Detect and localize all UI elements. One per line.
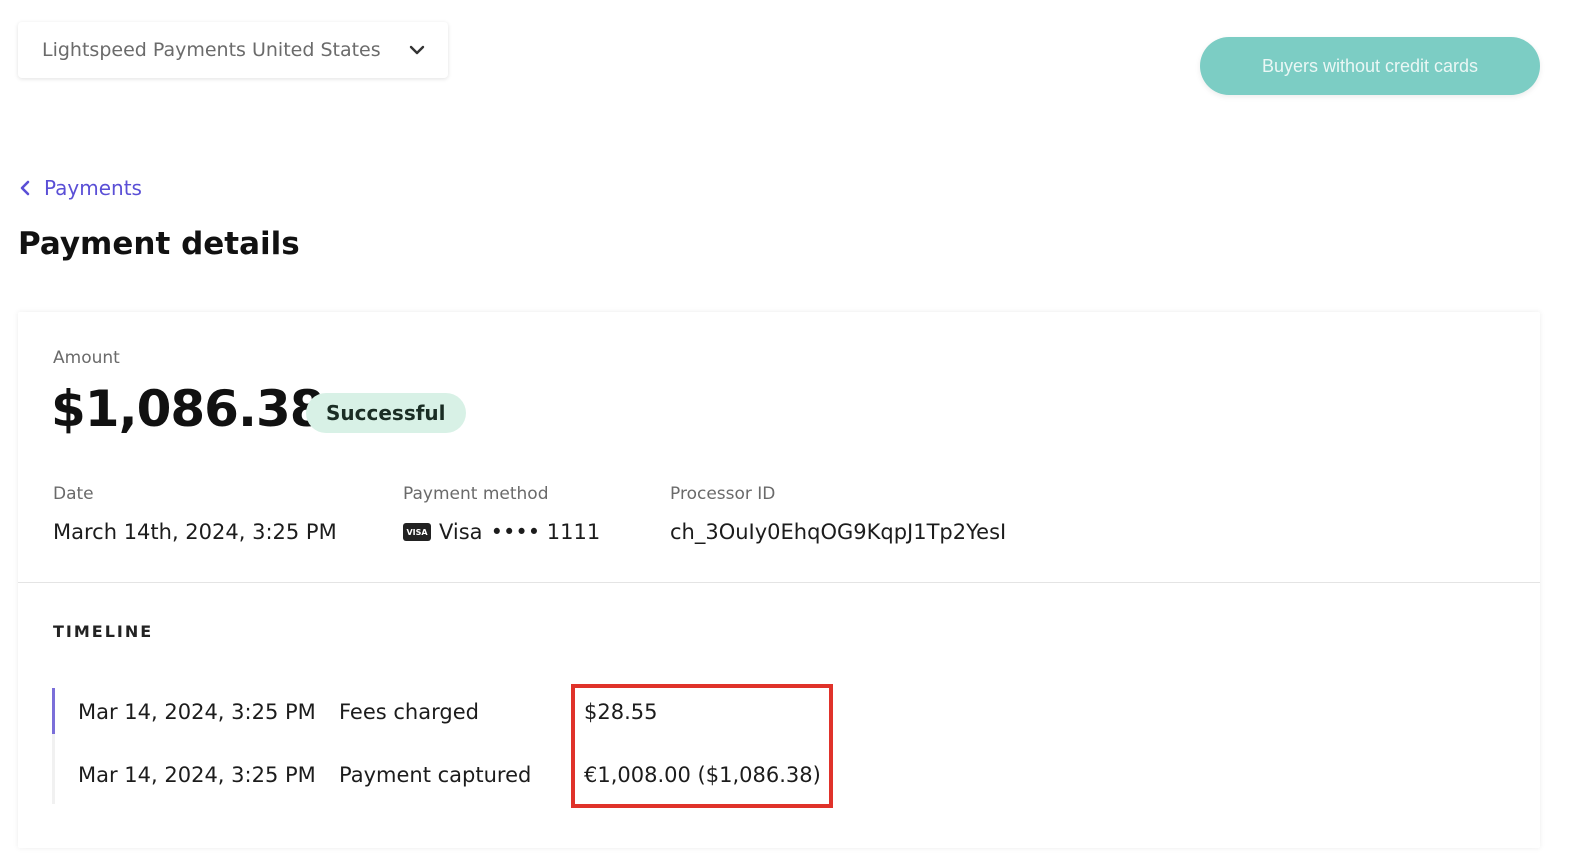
- date-value: March 14th, 2024, 3:25 PM: [53, 520, 337, 544]
- processor-id-value: ch_3OuIy0EhqOG9KqpJ1Tp2YesI: [670, 520, 1007, 544]
- chevron-down-icon: [409, 45, 425, 55]
- breadcrumb-label: Payments: [44, 176, 142, 200]
- payment-method-value: VISA Visa •••• 1111: [403, 520, 600, 544]
- timeline-row: Mar 14, 2024, 3:25 PM Fees charged $28.5…: [18, 700, 1540, 740]
- payment-method-masked: •••• 1111: [490, 520, 601, 544]
- account-selector[interactable]: Lightspeed Payments United States: [18, 22, 448, 78]
- date-label: Date: [53, 484, 94, 504]
- chevron-left-icon: [20, 180, 30, 196]
- timeline-date: Mar 14, 2024, 3:25 PM: [78, 700, 316, 724]
- timeline-heading: TIMELINE: [53, 622, 154, 641]
- breadcrumb-payments-link[interactable]: Payments: [18, 176, 142, 200]
- timeline-event: Payment captured: [339, 763, 532, 787]
- timeline-date: Mar 14, 2024, 3:25 PM: [78, 763, 316, 787]
- buyers-without-credit-cards-button[interactable]: Buyers without credit cards: [1200, 37, 1540, 95]
- visa-card-icon: VISA: [403, 523, 431, 541]
- page: Lightspeed Payments United States Buyers…: [0, 0, 1582, 868]
- amount-value: $1,086.38: [51, 380, 325, 438]
- payment-summary: Amount $1,086.38 Successful Date March 1…: [18, 312, 1540, 583]
- status-badge: Successful: [306, 393, 466, 433]
- payment-details-card: Amount $1,086.38 Successful Date March 1…: [18, 312, 1540, 848]
- payment-method-label: Payment method: [403, 484, 549, 504]
- timeline-amount: €1,008.00 ($1,086.38): [584, 763, 821, 787]
- amount-label: Amount: [53, 348, 120, 368]
- processor-id-label: Processor ID: [670, 484, 776, 504]
- timeline-event: Fees charged: [339, 700, 479, 724]
- payment-method-brand: Visa: [439, 520, 483, 544]
- timeline-amount: $28.55: [584, 700, 658, 724]
- page-title: Payment details: [18, 226, 300, 262]
- account-selector-label: Lightspeed Payments United States: [42, 39, 381, 61]
- timeline-row: Mar 14, 2024, 3:25 PM Payment captured €…: [18, 763, 1540, 803]
